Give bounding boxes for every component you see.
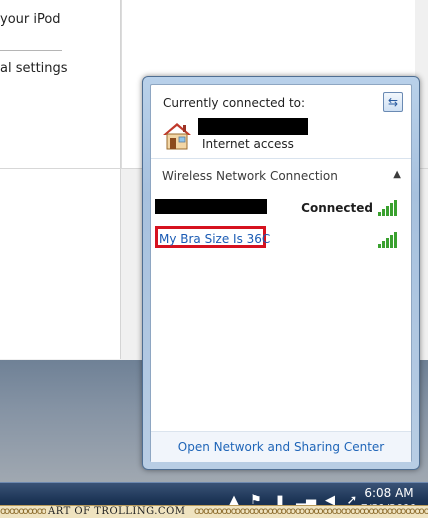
signal-bars-icon xyxy=(378,232,397,248)
signal-bars-icon xyxy=(378,200,397,216)
refresh-button[interactable]: ⇆ xyxy=(383,92,403,112)
chevron-up-icon[interactable]: ▲ xyxy=(393,169,401,180)
network-name[interactable]: My Bra Size Is 36C xyxy=(159,230,270,248)
redacted-network-name xyxy=(198,118,308,135)
home-network-icon xyxy=(163,123,191,150)
watermark-swirl-right: ꝏꝏꝏꝏꝏꝏꝏꝏꝏꝏꝏꝏꝏꝏꝏꝏꝏꝏꝏꝏꝏꝏꝏꝏꝏꝏꝏꝏꝏꝏ xyxy=(194,506,428,517)
background-text-settings[interactable]: al settings xyxy=(0,61,68,76)
wireless-network-item-connected[interactable]: Connected xyxy=(155,198,409,220)
network-flyout: Currently connected to: ⇆ Internet acces… xyxy=(142,76,420,470)
open-network-sharing-center-link[interactable]: Open Network and Sharing Center xyxy=(151,440,411,454)
network-access-status: Internet access xyxy=(202,137,294,151)
watermark-swirl-left: ꝏꝏꝏꝏꝏꝏ xyxy=(0,506,46,517)
clock-time: 6:08 AM xyxy=(364,486,414,500)
network-flyout-body: Currently connected to: ⇆ Internet acces… xyxy=(150,84,412,462)
watermark-text: ART OF TROLLING.COM xyxy=(48,506,186,517)
refresh-icon: ⇆ xyxy=(387,95,399,109)
section-divider xyxy=(151,158,411,159)
redacted-ssid xyxy=(155,199,267,214)
background-settings-panel: your iPod al settings xyxy=(0,0,121,168)
connected-status: Connected xyxy=(301,201,373,215)
currently-connected-label: Currently connected to: xyxy=(163,96,306,110)
background-mid-panel xyxy=(0,169,121,359)
background-divider xyxy=(0,50,62,51)
watermark-banner: ꝏꝏꝏꝏꝏꝏ ART OF TROLLING.COM ꝏꝏꝏꝏꝏꝏꝏꝏꝏꝏꝏꝏꝏ… xyxy=(0,505,428,518)
wireless-connection-header[interactable]: Wireless Network Connection xyxy=(162,169,338,183)
flyout-footer: Open Network and Sharing Center xyxy=(151,432,411,462)
background-text-ipod[interactable]: your iPod xyxy=(0,12,61,27)
wireless-network-item[interactable]: My Bra Size Is 36C xyxy=(155,226,409,252)
